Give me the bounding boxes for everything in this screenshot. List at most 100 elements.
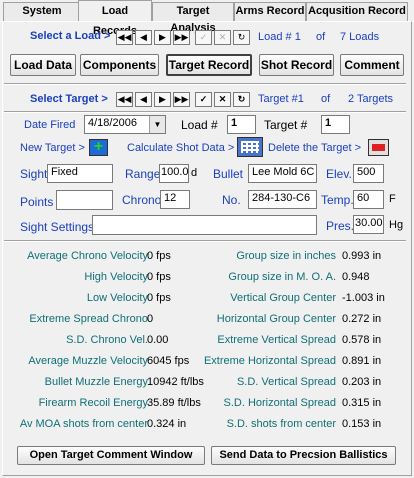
calculate-shot-data-label: Calculate Shot Data > [127, 142, 235, 154]
calculator-icon[interactable] [237, 137, 263, 157]
save-target-icon[interactable]: ✓ [195, 92, 212, 107]
stat-value-firearm-recoil-energy: 35.89 ft/lbs [147, 397, 201, 409]
main-tab-bar: System Load Records Target Analysis Arms… [0, 0, 414, 37]
stat-value-sd-chrono-vel: 0.00 [147, 334, 169, 346]
stats-area: Average Chrono Velocity High Velocity Lo… [6, 248, 408, 434]
load-count: 7 Loads [340, 31, 380, 43]
new-target-label: New Target > [20, 142, 85, 154]
stat-value-sd-vertical-spread: 0.203 in [342, 376, 382, 388]
stat-value-avg-muzzle-velocity: 6045 fps [147, 355, 190, 367]
open-target-comment-button[interactable]: Open Target Comment Window [17, 446, 205, 465]
stat-value-extreme-spread-chrono: 0 [147, 313, 154, 325]
divider [4, 83, 406, 85]
tab-load-records[interactable]: Load Records [78, 0, 152, 37]
refresh-load-icon[interactable]: ↻ [233, 30, 250, 45]
chrono-label: Chrono [122, 193, 162, 207]
date-fired-label: Date Fired [24, 119, 76, 131]
stat-label-group-size-moa: Group size in M. O. A. [228, 271, 336, 283]
temperature-unit: F [389, 193, 396, 205]
stat-label-group-size-inches: Group size in inches [236, 250, 336, 262]
stat-value-sd-shots-from-center: 0.153 in [342, 418, 382, 430]
pressure-field[interactable]: 30.00 [353, 215, 384, 234]
stat-value-vertical-group-center: -1.003 in [342, 292, 385, 304]
sight-settings-label: Sight Settings [20, 220, 95, 234]
target-number-field[interactable]: 1 [321, 115, 350, 134]
stat-label-low-velocity: Low Velocity [86, 292, 148, 304]
tab-system[interactable]: System [3, 2, 81, 21]
temperature-field[interactable]: 60 [353, 190, 384, 209]
stat-value-extreme-horizontal-spread: 0.891 in [342, 355, 382, 367]
number-field[interactable]: 284-130-C6 [248, 190, 317, 209]
elevation-field[interactable]: 500 [353, 164, 384, 183]
first-target-button[interactable]: ◀◀ [116, 92, 133, 107]
stat-value-high-velocity: 0 fps [147, 271, 171, 283]
date-fired-select[interactable]: 4/18/2006 ▼ [84, 115, 166, 134]
stat-value-horizontal-group-center: 0.272 in [342, 313, 382, 325]
load-data-button[interactable]: Load Data [10, 54, 76, 76]
load-number-field[interactable]: 1 [227, 115, 256, 134]
stat-label-high-velocity: High Velocity [84, 271, 148, 283]
stat-label-sd-chrono-vel: S.D. Chrono Vel. [66, 334, 148, 346]
components-button[interactable]: Components [80, 54, 159, 76]
stat-value-avg-chrono-velocity: 0 fps [147, 250, 171, 262]
first-load-button[interactable]: ◀◀ [116, 30, 133, 45]
stat-label-avg-chrono-velocity: Average Chrono Velocity [27, 250, 148, 262]
stat-value-low-velocity: 0 fps [147, 292, 171, 304]
delete-target-label: Delete the Target > [268, 142, 362, 154]
temperature-label: Temp. [321, 193, 354, 207]
refresh-target-icon[interactable]: ↻ [233, 92, 250, 107]
divider [4, 111, 406, 113]
target-record-button[interactable]: Target Record [166, 54, 252, 76]
pressure-label: Pres. [326, 219, 355, 233]
target-count: 2 Targets [348, 93, 394, 105]
points-label: Points [20, 195, 54, 209]
number-label: No. [222, 193, 241, 207]
tab-target-analysis[interactable]: Target Analysis [152, 2, 234, 34]
stat-label-sd-vertical-spread: S.D. Vertical Spread [236, 376, 336, 388]
target-number-label: Target # [264, 118, 308, 132]
sight-field[interactable]: Fixed [47, 164, 113, 183]
add-target-icon[interactable]: + [89, 139, 108, 156]
divider [4, 240, 406, 242]
stat-value-group-size-moa: 0.948 [342, 271, 370, 283]
load-record-number: Load # 1 [258, 31, 301, 43]
stat-label-extreme-horizontal-spread: Extreme Horizontal Spread [203, 355, 336, 367]
stat-value-extreme-vertical-spread: 0.578 in [342, 334, 382, 346]
tab-acquisition-record[interactable]: Acqusition Record [306, 2, 408, 21]
next-target-button[interactable]: ▶ [154, 92, 171, 107]
stat-label-sd-shots-from-center: S.D. shots from center [226, 418, 336, 430]
last-target-button[interactable]: ▶▶ [173, 92, 190, 107]
cancel-load-icon[interactable]: ✕ [214, 30, 231, 45]
save-load-icon[interactable]: ✓ [195, 30, 212, 45]
stat-label-extreme-spread-chrono: Extreme Spread Chrono [29, 313, 148, 325]
stat-label-avg-muzzle-velocity: Average Muzzle Velocity [28, 355, 148, 367]
range-field[interactable]: 100.0 [159, 164, 189, 183]
stat-label-extreme-vertical-spread: Extreme Vertical Spread [217, 334, 336, 346]
points-field[interactable] [56, 190, 113, 210]
select-load-label: Select a Load > [30, 30, 111, 42]
target-record-number: Target #1 [258, 93, 304, 105]
prev-target-button[interactable]: ◀ [135, 92, 152, 107]
prev-load-button[interactable]: ◀ [135, 30, 152, 45]
shot-record-button[interactable]: Shot Record [259, 54, 334, 76]
delete-target-icon[interactable] [368, 139, 389, 156]
send-data-ballistics-button[interactable]: Send Data to Precsion Ballistics [211, 446, 396, 465]
elevation-label: Elev. [326, 167, 352, 181]
stat-value-group-size-inches: 0.993 in [342, 250, 382, 262]
stat-value-sd-horizontal-spread: 0.315 in [342, 397, 382, 409]
next-load-button[interactable]: ▶ [154, 30, 171, 45]
comment-button[interactable]: Comment [340, 54, 404, 76]
tab-arms-record[interactable]: Arms Record [234, 2, 306, 21]
chrono-field[interactable]: 12 [160, 190, 190, 209]
bullet-field[interactable]: Lee Mold 6C [248, 164, 317, 183]
range-unit: d [191, 167, 198, 179]
stat-label-bullet-muzzle-energy: Bullet Muzzle Energy [44, 376, 148, 388]
sight-settings-field[interactable] [92, 215, 317, 235]
chevron-down-icon[interactable]: ▼ [149, 116, 165, 133]
cancel-target-icon[interactable]: ✕ [214, 92, 231, 107]
target-of-label: of [321, 93, 331, 105]
bullet-label: Bullet [213, 167, 244, 181]
stat-value-bullet-muzzle-energy: 10942 ft/lbs [147, 376, 204, 388]
last-load-button[interactable]: ▶▶ [173, 30, 190, 45]
stat-value-av-moa-shots: 0.324 in [147, 418, 187, 430]
